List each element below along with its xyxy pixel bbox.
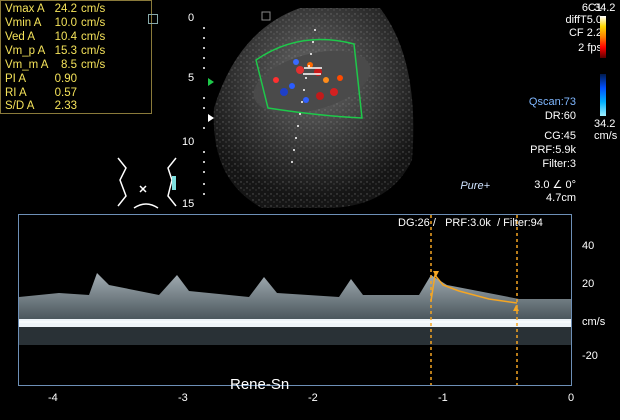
time-tick: -1 — [438, 392, 448, 404]
doppler-filter: / Filter:94 — [497, 217, 543, 229]
steer-angle: 3.0 ∠ 0° — [534, 179, 576, 191]
reverse-flow-band — [19, 327, 571, 345]
time-tick: -2 — [308, 392, 318, 404]
color-scale-bottom-label: 34.2 — [594, 118, 616, 130]
color-scale-top-label: 34.2 — [594, 2, 616, 14]
body-marker-icon — [117, 157, 177, 209]
focus-marker-icon — [208, 78, 214, 86]
spectral-waveform — [19, 273, 571, 323]
color-scale-negative — [600, 74, 606, 116]
spectral-doppler-panel — [18, 214, 572, 386]
time-tick: -4 — [48, 392, 58, 404]
doppler-gain: DG:26 / — [398, 217, 436, 229]
time-tick: -3 — [178, 392, 188, 404]
depth-label: 5 — [188, 72, 195, 84]
sample-depth: 4.7cm — [546, 192, 576, 204]
brand-logo: Pure+ — [460, 180, 490, 192]
color-frequency: CF 2.2 — [568, 27, 602, 39]
velocity-tick: -20 — [582, 350, 598, 362]
doppler-spectrum — [19, 215, 571, 385]
depth-label: 15 — [182, 198, 195, 210]
depth-label: 0 — [188, 12, 195, 24]
color-gain: CG:45 — [544, 130, 576, 142]
peak-caliper-icon — [433, 271, 439, 277]
probe-orientation-icon — [261, 11, 271, 21]
velocity-tick: 20 — [582, 278, 595, 290]
baseline-band — [19, 319, 571, 327]
focus-position-icon — [208, 114, 214, 122]
annotation-text: Rene-Sn — [230, 376, 290, 393]
qscan-value: Qscan:73 — [528, 96, 576, 108]
bmode-image — [117, 8, 414, 209]
color-scale-unit: cm/s — [594, 130, 618, 142]
velocity-unit: cm/s — [582, 316, 606, 328]
doppler-settings: DG:26 / PRF:3.0k / Filter:94 — [398, 217, 543, 229]
depth-scale-dots — [203, 27, 205, 195]
frame-rate: 2 fps — [578, 42, 602, 54]
velocity-tick: 40 — [582, 240, 595, 252]
imaging-mode: diffT5.0 — [565, 14, 603, 26]
dynamic-range: DR:60 — [544, 110, 576, 122]
doppler-prf: PRF:3.0k — [445, 217, 491, 229]
filter-value: Filter:3 — [542, 158, 576, 170]
prf-value: PRF:5.9k — [530, 144, 576, 156]
depth-label: 10 — [182, 136, 195, 148]
color-scale-positive — [600, 16, 606, 58]
time-tick: 0 — [568, 392, 575, 404]
